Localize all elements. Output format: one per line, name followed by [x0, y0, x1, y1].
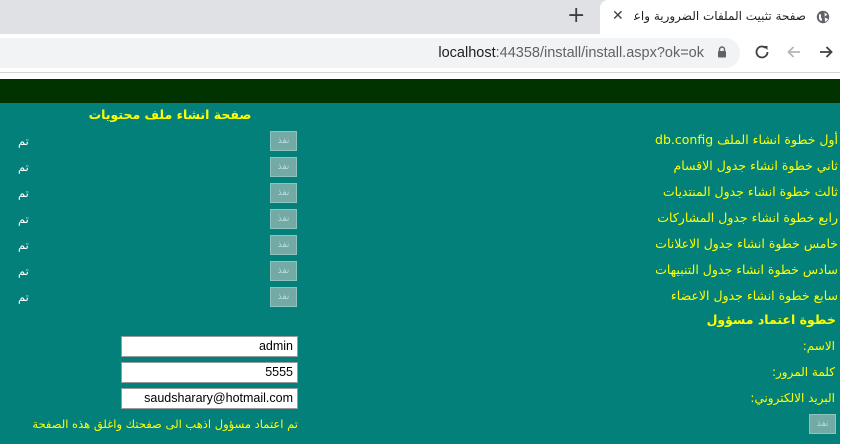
forward-icon[interactable]: [817, 43, 835, 61]
password-input[interactable]: 5555: [121, 362, 298, 383]
browser-toolbar: localhost:44358/install/install.aspx?ok=…: [0, 34, 848, 73]
back-icon[interactable]: [785, 43, 803, 61]
browser-tab-strip: + ✕ صفحة تثبيت الملفات الضرورية واعداد: [0, 0, 848, 34]
page-heading: صفحة انشاء ملف محتويات: [88, 107, 252, 122]
name-label: الاسم:: [802, 339, 835, 353]
step-5-run-button[interactable]: نفذ: [270, 235, 297, 255]
email-input[interactable]: saudsharary@hotmail.com: [121, 388, 298, 409]
step-7-status: تم: [18, 290, 29, 304]
new-tab-icon[interactable]: +: [567, 5, 585, 27]
password-label: كلمة المرور:: [771, 365, 835, 379]
step-7-run-button[interactable]: نفذ: [270, 287, 297, 307]
install-page: صفحة انشاء ملف محتويات أول خطوة انشاء ال…: [0, 79, 840, 444]
step-5-status: تم: [18, 238, 29, 252]
step-4-label: رابع خطوة انشاء جدول المشاركات: [657, 210, 838, 225]
step-3-status: تم: [18, 186, 29, 200]
scrollbar-gutter: [840, 72, 848, 444]
address-bar[interactable]: localhost:44358/install/install.aspx?ok=…: [0, 38, 740, 68]
completion-message: تم اعتماد مسؤول اذهب الى صفحتك واغلق هذه…: [32, 417, 298, 431]
step-5-label: خامس خطوة انشاء جدول الاعلانات: [655, 236, 838, 251]
step-6-label: سادس خطوة انشاء جدول التنبيهات: [655, 262, 838, 277]
step-1-run-button[interactable]: نفذ: [270, 131, 297, 151]
admin-submit-button[interactable]: نفذ: [809, 414, 836, 434]
name-input[interactable]: admin: [121, 336, 298, 357]
url-text[interactable]: localhost:44358/install/install.aspx?ok=…: [438, 45, 704, 61]
browser-tab[interactable]: ✕ صفحة تثبيت الملفات الضرورية واعداد: [600, 0, 848, 34]
step-3-run-button[interactable]: نفذ: [270, 183, 297, 203]
step-4-status: تم: [18, 212, 29, 226]
email-label: البريد الالكتروني:: [750, 391, 835, 405]
globe-icon: [816, 10, 830, 24]
step-6-status: تم: [18, 264, 29, 278]
close-tab-icon[interactable]: ✕: [612, 8, 624, 24]
reload-icon[interactable]: [753, 43, 771, 61]
step-1-label: أول خطوة انشاء الملف db.config: [655, 132, 838, 147]
step-4-run-button[interactable]: نفذ: [270, 209, 297, 229]
page-top-bar: [0, 79, 840, 103]
step-2-run-button[interactable]: نفذ: [270, 157, 297, 177]
step-6-run-button[interactable]: نفذ: [270, 261, 297, 281]
step-7-label: سابع خطوة انشاء جدول الاعضاء: [670, 288, 838, 303]
admin-section-title: خطوة اعتماد مسؤول: [706, 312, 836, 327]
lock-icon[interactable]: [717, 46, 727, 58]
step-2-label: ثاني خطوة انشاء جدول الاقسام: [673, 158, 838, 173]
tab-title: صفحة تثبيت الملفات الضرورية واعداد: [634, 9, 806, 23]
step-2-status: تم: [18, 160, 29, 174]
step-1-status: تم: [18, 134, 29, 148]
step-3-label: ثالث خطوة انشاء جدول المنتديات: [662, 184, 838, 199]
